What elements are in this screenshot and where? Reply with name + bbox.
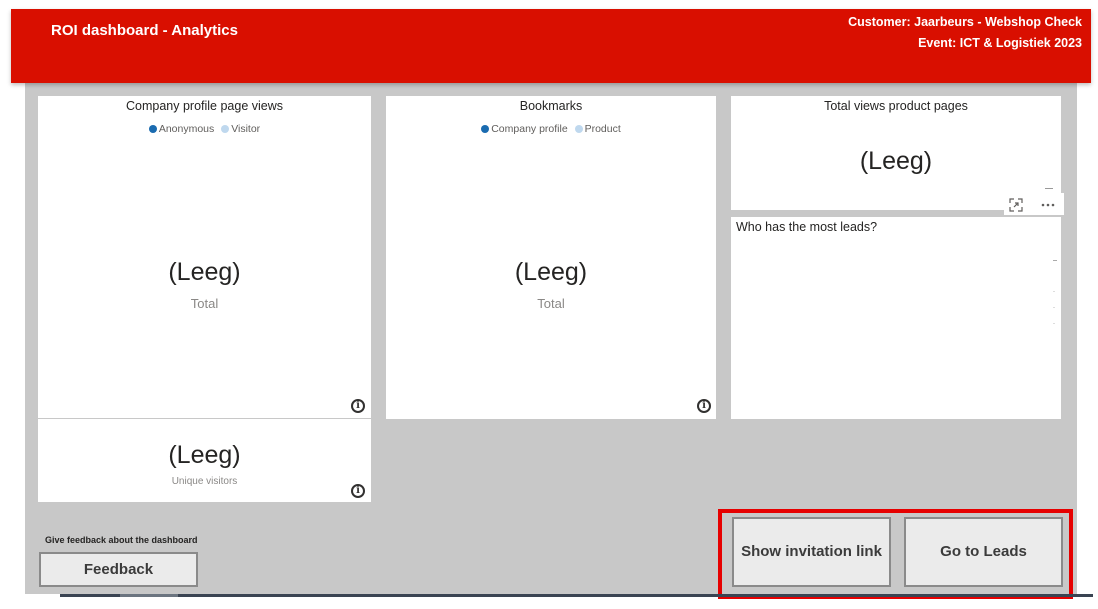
event-label: Event: ICT & Logistiek 2023 bbox=[918, 36, 1082, 50]
legend-item-company-profile[interactable]: Company profile bbox=[481, 123, 568, 135]
axis-tick bbox=[1053, 323, 1055, 324]
legend-label: Company profile bbox=[491, 123, 568, 135]
header-bar: ROI dashboard - Analytics Customer: Jaar… bbox=[11, 9, 1091, 83]
axis-tick bbox=[1053, 260, 1057, 261]
legend-label: Anonymous bbox=[158, 123, 215, 135]
card-title: Company profile page views bbox=[125, 99, 284, 113]
card-title: Who has the most leads? bbox=[736, 220, 878, 234]
leads-card[interactable]: Who has the most leads? bbox=[731, 217, 1061, 419]
empty-value: (Leeg) bbox=[168, 441, 241, 469]
highlight-box bbox=[718, 509, 1073, 599]
dashboard-title: ROI dashboard - Analytics bbox=[51, 22, 238, 39]
resize-handle bbox=[1045, 188, 1053, 189]
page-scrollbar[interactable] bbox=[60, 594, 1093, 597]
legend-dot-icon bbox=[481, 125, 490, 133]
legend-dot-icon bbox=[221, 125, 230, 133]
scrollbar-thumb[interactable] bbox=[120, 594, 178, 597]
legend-dot-icon bbox=[574, 125, 583, 133]
value-label: Total bbox=[537, 296, 565, 311]
empty-value: (Leeg) bbox=[514, 258, 588, 286]
visual-header bbox=[1004, 193, 1064, 215]
feedback-button[interactable]: Feedback bbox=[39, 552, 198, 587]
legend-label: Product bbox=[584, 123, 621, 135]
info-icon[interactable]: i bbox=[351, 399, 365, 413]
company-profile-views-card[interactable]: Company profile page views Anonymous Vis… bbox=[38, 96, 371, 418]
bookmarks-card[interactable]: Bookmarks Company profile Product (Leeg)… bbox=[386, 96, 716, 419]
axis-tick bbox=[1053, 291, 1055, 292]
unique-visitors-card[interactable]: (Leeg) Unique visitors i bbox=[38, 419, 371, 502]
legend-dot-icon bbox=[148, 125, 157, 133]
card-title: Bookmarks bbox=[519, 99, 583, 113]
chart-legend: Anonymous Visitor bbox=[38, 123, 371, 135]
value-label: Unique visitors bbox=[171, 476, 238, 487]
info-icon[interactable]: i bbox=[351, 484, 365, 498]
value-label: Total bbox=[190, 296, 219, 311]
axis-tick bbox=[1053, 307, 1055, 308]
more-options-icon[interactable] bbox=[1040, 197, 1056, 213]
legend-item-product[interactable]: Product bbox=[574, 123, 621, 135]
expand-icon[interactable] bbox=[1008, 197, 1024, 213]
empty-value: (Leeg) bbox=[168, 258, 241, 286]
feedback-prompt: Give feedback about the dashboard bbox=[45, 535, 198, 545]
legend-item-visitor[interactable]: Visitor bbox=[221, 123, 260, 135]
customer-label: Customer: Jaarbeurs - Webshop Check bbox=[848, 15, 1082, 29]
card-title: Total views product pages bbox=[824, 99, 968, 113]
legend-label: Visitor bbox=[231, 123, 261, 135]
empty-value: (Leeg) bbox=[859, 147, 933, 175]
info-icon[interactable]: i bbox=[697, 399, 711, 413]
chart-legend: Company profile Product bbox=[386, 123, 716, 135]
legend-item-anonymous[interactable]: Anonymous bbox=[148, 123, 215, 135]
